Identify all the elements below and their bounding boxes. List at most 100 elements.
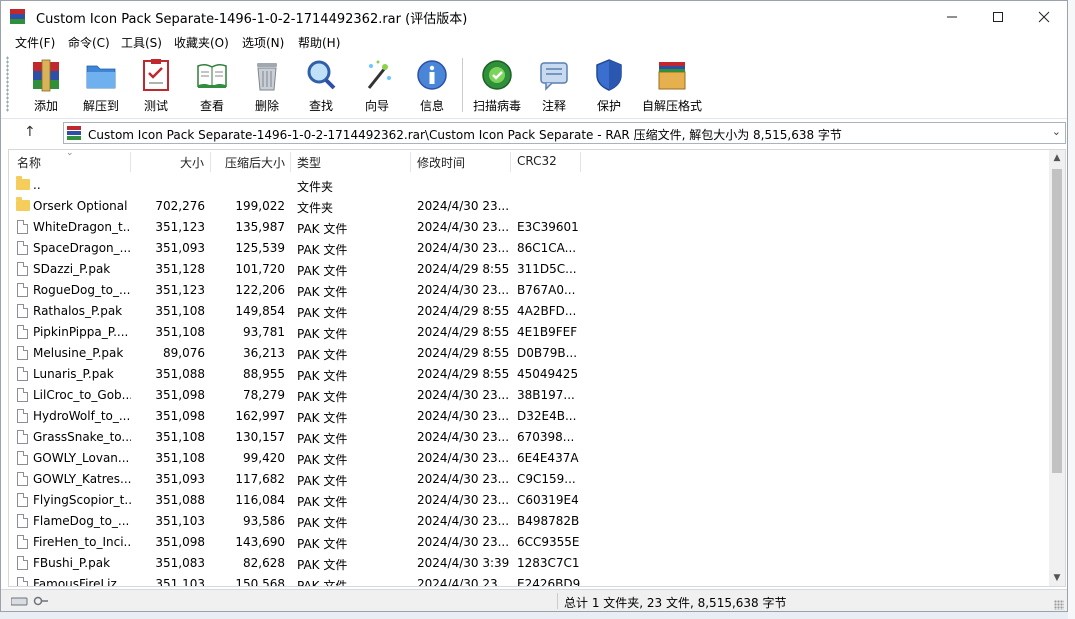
menu-bar: 文件(F) 命令(C) 工具(S) 收藏夹(O) 选项(N) 帮助(H) [1, 32, 1067, 52]
column-divider[interactable] [410, 152, 411, 172]
chevron-down-icon[interactable]: ⌄ [1052, 125, 1061, 138]
add-button[interactable]: 添加 [19, 56, 73, 114]
table-row[interactable]: RogueDog_to_... 351,123 122,206 PAK 文件 2024/… [9, 280, 1051, 301]
table-row[interactable]: FlyingScopior_t... 351,088 116,084 PAK 文件 20… [9, 490, 1051, 511]
table-row[interactable]: Rathalos_P.pak 351,108 149,854 PAK 文件 2024/4… [9, 301, 1051, 322]
table-row[interactable]: WhiteDragon_t... 351,123 135,987 PAK 文件 2024… [9, 217, 1051, 238]
menu-commands[interactable]: 命令(C) [68, 34, 110, 51]
wizard-button[interactable]: 向导 [350, 56, 404, 114]
menu-help[interactable]: 帮助(H) [298, 34, 340, 51]
find-button[interactable]: 查找 [294, 56, 348, 114]
file-crc32: 1283C7C1 [517, 556, 580, 570]
file-packed-size: 143,690 [235, 535, 285, 549]
file-type: PAK 文件 [297, 222, 348, 236]
comment-button[interactable]: 注释 [527, 56, 581, 114]
table-row[interactable]: GOWLY_Katres... 351,093 117,682 PAK 文件 2024/… [9, 469, 1051, 490]
column-mtime[interactable]: 修改时间 [417, 154, 465, 171]
info-button[interactable]: 信息 [405, 56, 459, 114]
minimize-button[interactable] [929, 1, 975, 32]
file-name: PipkinPippa_P.... [33, 325, 129, 339]
file-crc32: 670398... [517, 430, 575, 444]
up-arrow-icon[interactable]: ↑ [24, 124, 36, 140]
address-bar[interactable]: Custom Icon Pack Separate-1496-1-0-2-171… [63, 122, 1066, 144]
delete-label: 删除 [254, 99, 279, 113]
table-row[interactable]: FireHen_to_Inci... 351,098 143,690 PAK 文件 20… [9, 532, 1051, 553]
status-bar: 总计 1 文件夹, 23 文件, 8,515,638 字节 [1, 589, 1067, 611]
maximize-button[interactable] [975, 1, 1021, 32]
column-divider[interactable] [210, 152, 211, 172]
scroll-up-icon[interactable]: ▲ [1049, 150, 1065, 166]
column-divider[interactable] [580, 152, 581, 172]
drive-key-icon[interactable] [11, 595, 49, 607]
file-size: 89,076 [163, 346, 205, 360]
file-list: 名称 ⌄ 大小 压缩后大小 类型 修改时间 CRC32 .. 文件夹 Orserk … [8, 149, 1066, 587]
scroll-down-icon[interactable]: ▼ [1049, 570, 1065, 586]
file-size: 351,108 [155, 430, 205, 444]
file-packed-size: 150,568 [235, 577, 285, 587]
file-modified: 2024/4/30 23... [417, 451, 510, 465]
menu-file[interactable]: 文件(F) [15, 34, 55, 51]
virus-scan-button[interactable]: 扫描病毒 [470, 56, 524, 114]
winrar-app-icon [10, 9, 25, 24]
table-row[interactable]: Orserk Optional 702,276 199,022 文件夹 2024/4/3… [9, 196, 1051, 217]
minimize-icon [947, 16, 957, 17]
sfx-box-icon [658, 62, 686, 90]
sfx-button[interactable]: 自解压格式 [638, 56, 706, 114]
file-name: .. [33, 178, 41, 192]
menu-tools[interactable]: 工具(S) [121, 34, 162, 51]
resize-grip[interactable] [1054, 600, 1064, 610]
table-row[interactable]: HydroWolf_to_... 351,098 162,997 PAK 文件 2024… [9, 406, 1051, 427]
file-name: RogueDog_to_... [33, 283, 131, 297]
file-modified: 2024/4/30 3:39 [417, 556, 510, 570]
delete-button[interactable]: 删除 [240, 56, 294, 114]
sfx-label: 自解压格式 [641, 99, 702, 113]
file-icon [17, 367, 28, 381]
protect-button[interactable]: 保护 [582, 56, 636, 114]
table-row[interactable]: LilCroc_to_Gob... 351,098 78,279 PAK 文件 2024… [9, 385, 1051, 406]
column-crc32[interactable]: CRC32 [517, 154, 557, 168]
column-type[interactable]: 类型 [297, 154, 321, 171]
table-row[interactable]: FlameDog_to_... 351,103 93,586 PAK 文件 2024/4… [9, 511, 1051, 532]
file-name: FBushi_P.pak [33, 556, 111, 570]
test-button[interactable]: 测试 [129, 56, 183, 114]
file-modified: 2024/4/30 23... [417, 283, 510, 297]
extract-to-button[interactable]: 解压到 [74, 56, 128, 114]
file-packed-size: 199,022 [235, 199, 285, 213]
column-packed[interactable]: 压缩后大小 [225, 154, 285, 171]
close-icon [1038, 11, 1050, 22]
column-divider[interactable] [290, 152, 291, 172]
file-crc32: 86C1CA... [517, 241, 577, 255]
column-divider[interactable] [510, 152, 511, 172]
menu-favorites[interactable]: 收藏夹(O) [174, 34, 229, 51]
table-row[interactable]: PipkinPippa_P.... 351,108 93,781 PAK 文件 2024… [9, 322, 1051, 343]
table-row[interactable]: FamousFireLiz... 351,103 150,568 PAK 文件 2024… [9, 574, 1051, 587]
add-archive-icon [33, 59, 59, 92]
column-name[interactable]: 名称 [17, 154, 41, 171]
vertical-scrollbar[interactable]: ▲ ▼ [1049, 150, 1065, 586]
table-row[interactable]: FBushi_P.pak 351,083 82,628 PAK 文件 2024/4/30… [9, 553, 1051, 574]
address-row: ↑ Custom Icon Pack Separate-1496-1-0-2-1… [1, 118, 1067, 147]
scrollbar-thumb[interactable] [1052, 169, 1062, 473]
menu-options[interactable]: 选项(N) [242, 34, 284, 51]
table-row[interactable]: GrassSnake_to... 351,108 130,157 PAK 文件 2024… [9, 427, 1051, 448]
file-modified: 2024/4/30 23... [417, 199, 510, 213]
file-size: 351,108 [155, 304, 205, 318]
close-button[interactable] [1021, 1, 1067, 32]
view-button[interactable]: 查看 [185, 56, 239, 114]
file-name: FireHen_to_Inci... [33, 535, 131, 549]
file-packed-size: 101,720 [235, 262, 285, 276]
file-packed-size: 116,084 [235, 493, 285, 507]
column-divider[interactable] [130, 152, 131, 172]
column-size[interactable]: 大小 [180, 154, 204, 171]
table-row[interactable]: SpaceDragon_... 351,093 125,539 PAK 文件 2024/… [9, 238, 1051, 259]
file-icon [17, 388, 28, 402]
table-row[interactable]: GOWLY_Lovan... 351,108 99,420 PAK 文件 2024/4/… [9, 448, 1051, 469]
table-row[interactable]: Lunaris_P.pak 351,088 88,955 PAK 文件 2024/4/2… [9, 364, 1051, 385]
table-row[interactable]: Melusine_P.pak 89,076 36,213 PAK 文件 2024/4/2… [9, 343, 1051, 364]
table-row[interactable]: SDazzi_P.pak 351,128 101,720 PAK 文件 2024/4/2… [9, 259, 1051, 280]
comment-icon [540, 62, 568, 91]
file-modified: 2024/4/30 23... [417, 493, 510, 507]
file-modified: 2024/4/30 23... [417, 535, 510, 549]
table-row[interactable]: .. 文件夹 [9, 175, 1051, 196]
file-size: 351,088 [155, 493, 205, 507]
